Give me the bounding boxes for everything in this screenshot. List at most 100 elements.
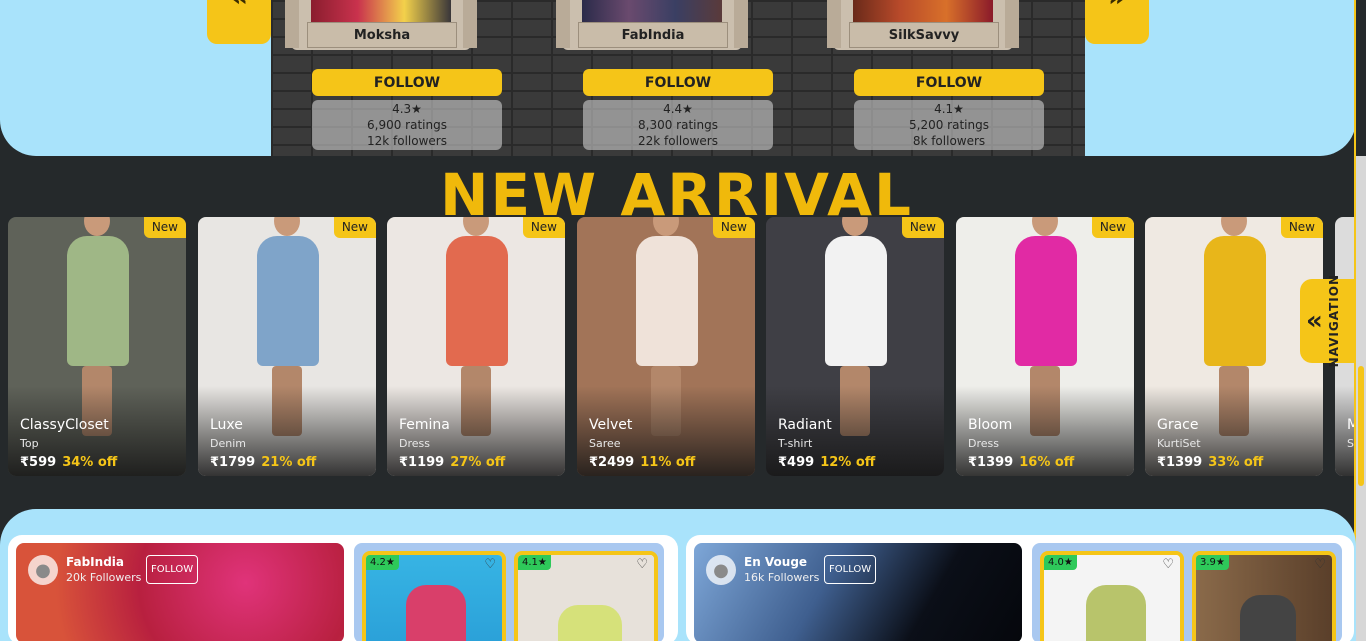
- store-card: FabIndia FOLLOW 4.4★ 8,300 ratings 22k f…: [542, 0, 773, 156]
- follow-button[interactable]: FOLLOW: [583, 69, 773, 96]
- store-card: SilkSavvy FOLLOW 4.1★ 5,200 ratings 8k f…: [813, 0, 1044, 156]
- product-card[interactable]: New Grace KurtiSet ₹1399 33% off: [1145, 217, 1323, 476]
- new-badge: New: [522, 217, 565, 238]
- heart-icon[interactable]: ♡: [636, 557, 648, 572]
- store-name[interactable]: Moksha: [307, 22, 457, 48]
- store-window: [311, 0, 451, 22]
- store-collection-panel: ● En Vouge 16k Followers FOLLOW 4.0★ ♡ 3…: [686, 535, 1354, 641]
- model-head: [1032, 217, 1058, 236]
- model-head: [1221, 217, 1247, 236]
- store-collections-section: ● FabIndia 20k Followers FOLLOW 4.2★ ♡ 4…: [0, 509, 1356, 641]
- stores-prev-button[interactable]: «: [207, 0, 271, 44]
- product-outfit: [446, 236, 508, 366]
- scrollbar-thumb[interactable]: [1358, 366, 1364, 486]
- product-discount: 27% off: [450, 455, 506, 470]
- store-pillar: [1005, 0, 1019, 48]
- model-head: [463, 217, 489, 236]
- product-card[interactable]: 4.0★ ♡: [1040, 551, 1184, 641]
- product-price: ₹1799: [210, 455, 256, 470]
- product-card[interactable]: New Bloom Dress ₹1399 16% off: [956, 217, 1134, 476]
- navigation-label: NAVIGATION: [1326, 274, 1341, 368]
- store-name[interactable]: FabIndia: [66, 555, 124, 569]
- product-brand: Velvet: [589, 417, 633, 433]
- product-price-row: ₹499 12% off: [778, 455, 875, 470]
- product-price: ₹1199: [399, 455, 445, 470]
- follow-button[interactable]: FOLLOW: [854, 69, 1044, 96]
- follow-button[interactable]: FOLLOW: [146, 555, 199, 584]
- double-chevron-left-icon: «: [230, 0, 248, 11]
- new-arrival-carousel: New ClassyCloset Top ₹599 34% off New Luxe Deni…: [8, 217, 1358, 476]
- product-outfit: [558, 605, 622, 641]
- new-badge: New: [143, 217, 186, 238]
- store-followers: 22k followers: [638, 134, 718, 148]
- product-discount: 33% off: [1208, 455, 1264, 470]
- store-window: [582, 0, 722, 22]
- product-type: Top: [20, 437, 39, 450]
- store-rating: 4.3★: [392, 102, 422, 116]
- model-head: [84, 217, 110, 236]
- store-name[interactable]: FabIndia: [578, 22, 728, 48]
- new-badge: New: [333, 217, 376, 238]
- follow-button[interactable]: FOLLOW: [312, 69, 502, 96]
- store-followers: 20k Followers: [66, 571, 142, 584]
- product-type: Denim: [210, 437, 246, 450]
- product-card[interactable]: New ClassyCloset Top ₹599 34% off: [8, 217, 186, 476]
- product-outfit: [1204, 236, 1266, 366]
- product-price-row: [1347, 455, 1353, 470]
- product-card[interactable]: 4.1★ ♡: [514, 551, 658, 641]
- navigation-toggle[interactable]: « NAVIGATION: [1300, 274, 1360, 368]
- page-scrollbar[interactable]: [1356, 156, 1366, 641]
- product-card[interactable]: New Femina Dress ₹1199 27% off: [387, 217, 565, 476]
- product-card[interactable]: New Velvet Saree ₹2499 11% off: [577, 217, 755, 476]
- product-price-row: ₹599 34% off: [20, 455, 117, 470]
- store-stats: 4.4★ 8,300 ratings 22k followers: [583, 100, 773, 150]
- new-badge: New: [712, 217, 755, 238]
- store-pillar: [827, 0, 841, 48]
- product-type: Dress: [399, 437, 430, 450]
- store-name[interactable]: En Vouge: [744, 555, 807, 569]
- store-products: 4.0★ ♡ 3.9★ ♡: [1032, 543, 1342, 641]
- product-price: ₹599: [20, 455, 57, 470]
- product-price: ₹2499: [589, 455, 635, 470]
- model-head: [653, 217, 679, 236]
- stores-next-button[interactable]: »: [1085, 0, 1149, 44]
- new-badge: New: [1091, 217, 1134, 238]
- product-card[interactable]: 4.2★ ♡: [362, 551, 506, 641]
- store-ratings-count: 8,300 ratings: [638, 118, 718, 132]
- product-outfit: [67, 236, 129, 366]
- product-card[interactable]: New Radiant T-shirt ₹499 12% off: [766, 217, 944, 476]
- product-discount: 16% off: [1019, 455, 1075, 470]
- product-brand: Radiant: [778, 417, 832, 433]
- product-discount: 21% off: [261, 455, 317, 470]
- product-type: T-shirt: [778, 437, 813, 450]
- store-banner[interactable]: ● En Vouge 16k Followers FOLLOW: [694, 543, 1022, 641]
- product-outfit: [1086, 585, 1146, 641]
- store-followers: 12k followers: [367, 134, 447, 148]
- product-price-row: ₹1199 27% off: [399, 455, 505, 470]
- product-brand: Femina: [399, 417, 450, 433]
- new-badge: New: [901, 217, 944, 238]
- store-stats: 4.1★ 5,200 ratings 8k followers: [854, 100, 1044, 150]
- product-outfit: [257, 236, 319, 366]
- user-avatar-icon: ●: [28, 555, 58, 585]
- store-banner[interactable]: ● FabIndia 20k Followers FOLLOW: [16, 543, 344, 641]
- store-pillar: [463, 0, 477, 48]
- store-collection-panel: ● FabIndia 20k Followers FOLLOW 4.2★ ♡ 4…: [8, 535, 678, 641]
- product-card[interactable]: New Luxe Denim ₹1799 21% off: [198, 217, 376, 476]
- store-pillar: [285, 0, 299, 48]
- follow-button[interactable]: FOLLOW: [824, 555, 877, 584]
- store-name[interactable]: SilkSavvy: [849, 22, 999, 48]
- heart-icon[interactable]: ♡: [1162, 557, 1174, 572]
- product-rating: 3.9★: [1196, 555, 1229, 570]
- model-head: [274, 217, 300, 236]
- heart-icon[interactable]: ♡: [484, 557, 496, 572]
- product-rating: 4.1★: [518, 555, 551, 570]
- heart-icon[interactable]: ♡: [1314, 557, 1326, 572]
- product-type: KurtiSet: [1157, 437, 1201, 450]
- model-head: [842, 217, 868, 236]
- product-brand: Bloom: [968, 417, 1013, 433]
- product-price-row: ₹1399 33% off: [1157, 455, 1263, 470]
- product-price: ₹1399: [1157, 455, 1203, 470]
- product-card[interactable]: 3.9★ ♡: [1192, 551, 1336, 641]
- double-chevron-left-icon: «: [1306, 306, 1323, 336]
